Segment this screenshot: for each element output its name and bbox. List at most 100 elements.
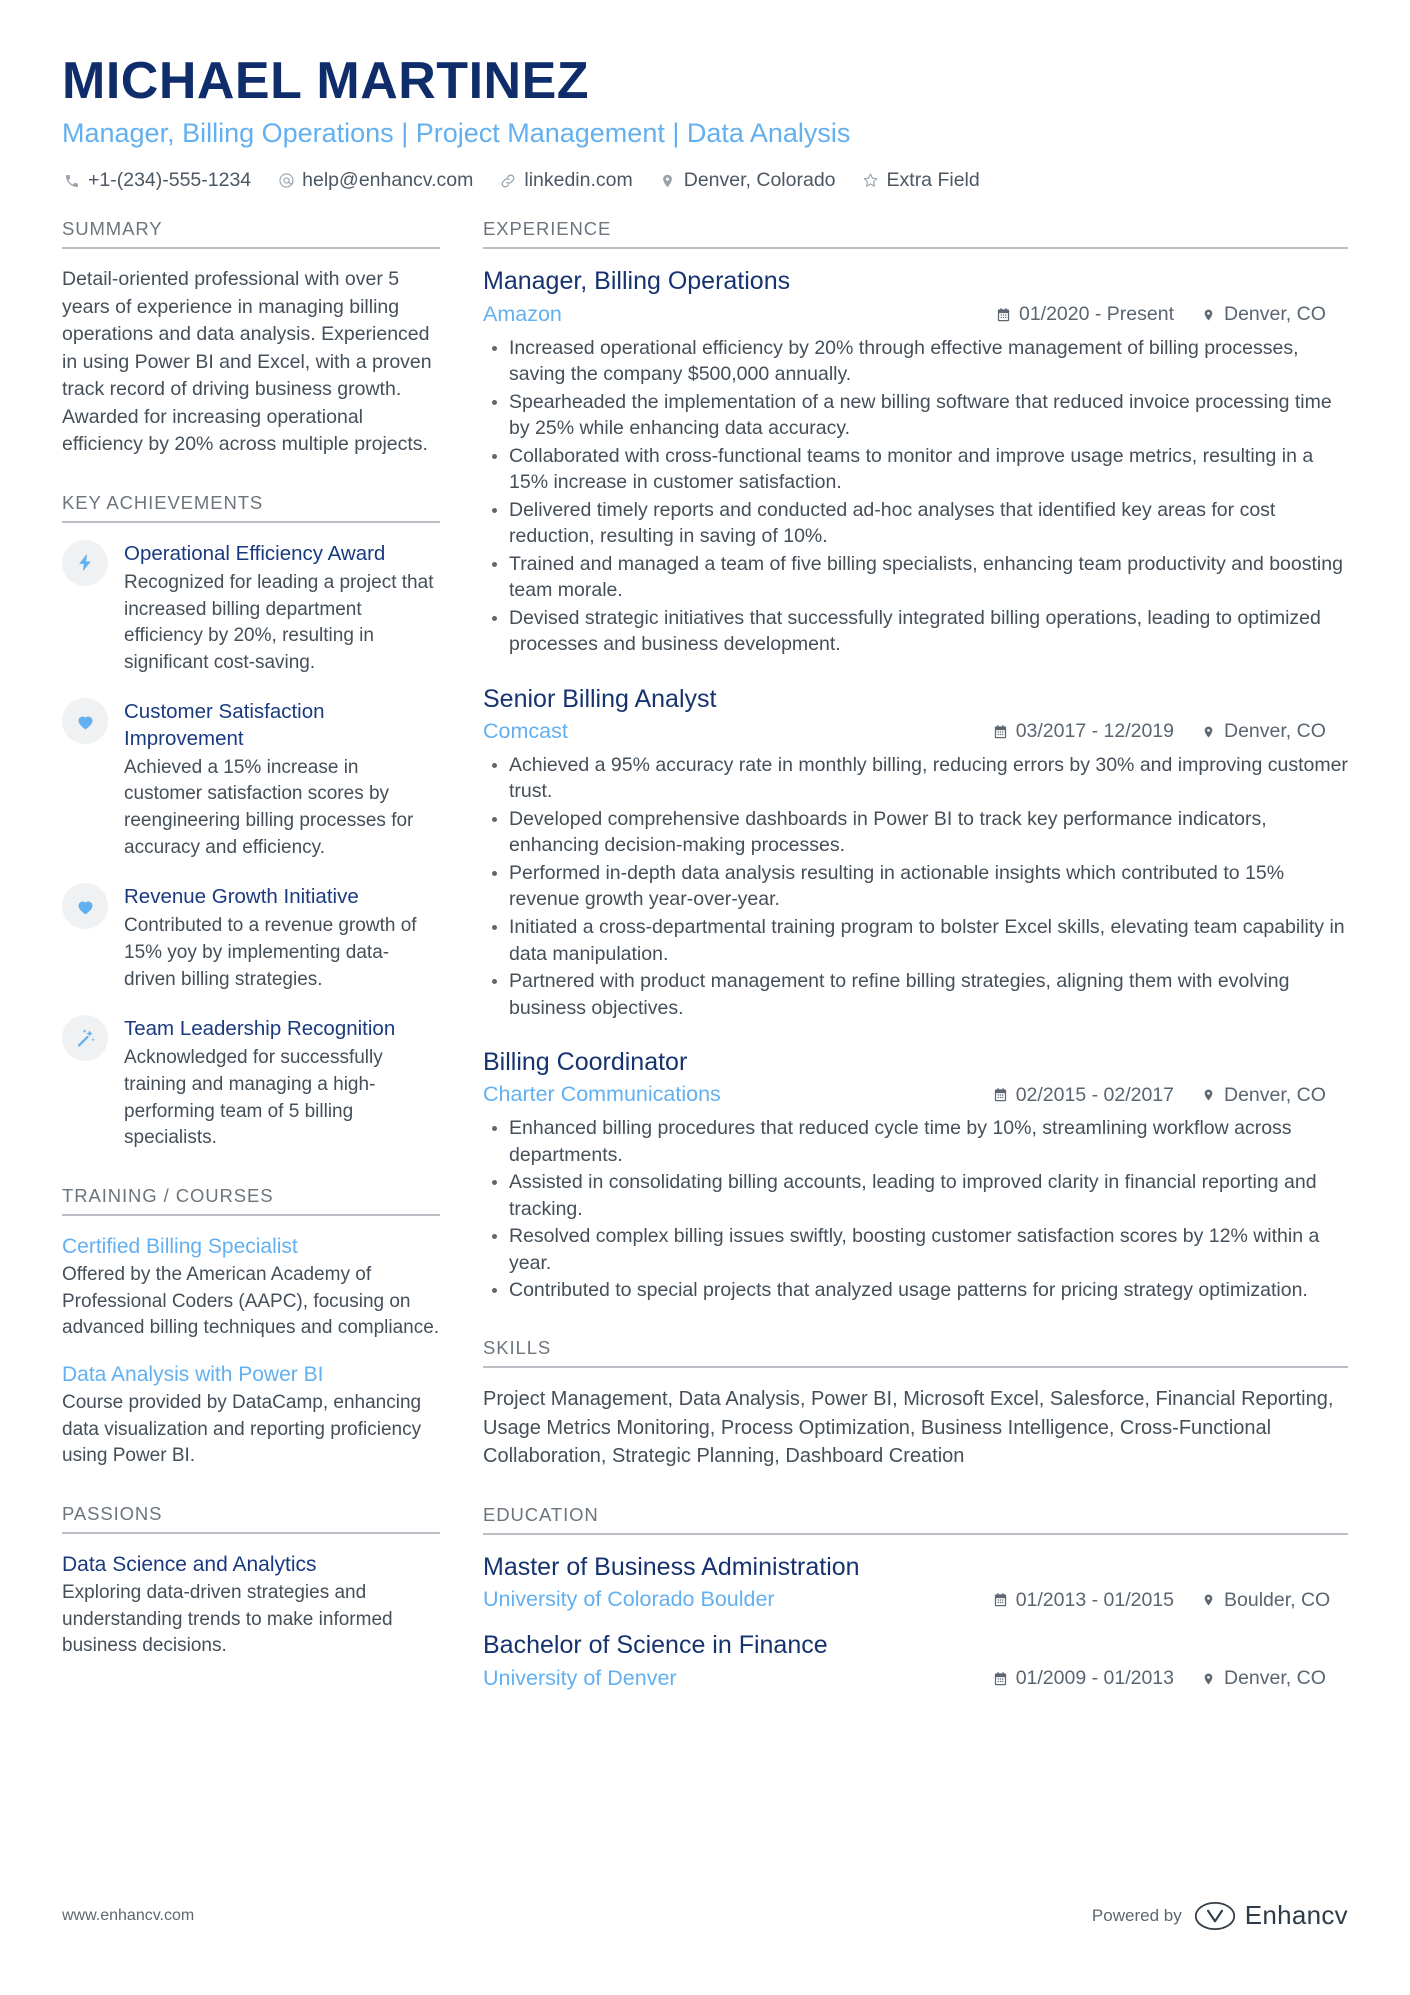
section-summary: SUMMARY Detail-oriented professional wit… xyxy=(62,218,440,458)
section-skills: SKILLS Project Management, Data Analysis… xyxy=(483,1337,1348,1471)
achievement-item: Revenue Growth Initiative Contributed to… xyxy=(62,883,440,993)
job-bullet: Enhanced billing procedures that reduced… xyxy=(483,1115,1348,1168)
section-title-key-achievements: KEY ACHIEVEMENTS xyxy=(62,492,440,523)
education-meta: University of Denver 01/2009 - 01/2013 D… xyxy=(483,1665,1348,1693)
section-title-education: EDUCATION xyxy=(483,1504,1348,1536)
section-title-skills: SKILLS xyxy=(483,1337,1348,1368)
job-company: Comcast xyxy=(483,718,568,743)
contact-extra-field-text: Extra Field xyxy=(886,169,980,192)
job-date: 01/2020 - Present xyxy=(995,303,1174,326)
job-location: Denver, CO xyxy=(1200,720,1348,743)
education-entry: Bachelor of Science in Finance Universit… xyxy=(483,1630,1348,1692)
achievement-item: Team Leadership Recognition Acknowledged… xyxy=(62,1015,440,1152)
main-column: EXPERIENCE Manager, Billing Operations A… xyxy=(466,218,1348,1696)
job-date-text: 02/2015 - 02/2017 xyxy=(1015,1083,1174,1106)
course-desc: Offered by the American Academy of Profe… xyxy=(62,1264,440,1339)
footer-website-url[interactable]: www.enhancv.com xyxy=(62,1907,194,1925)
location-pin-icon xyxy=(1200,1591,1217,1610)
job-bullet: Trained and managed a team of five billi… xyxy=(483,551,1348,604)
calendar-icon xyxy=(992,1669,1009,1688)
job-bullet: Collaborated with cross-functional teams… xyxy=(483,443,1348,496)
star-icon xyxy=(861,171,881,191)
job-bullet: Performed in-depth data analysis resulti… xyxy=(483,860,1348,913)
calendar-icon xyxy=(992,1591,1009,1610)
education-date: 01/2013 - 01/2015 xyxy=(992,1589,1174,1612)
job-bullet: Achieved a 95% accuracy rate in monthly … xyxy=(483,752,1348,805)
education-entry: Master of Business Administration Univer… xyxy=(483,1552,1348,1614)
contact-bar: +1-(234)-555-1234 help@enhancv.com linke… xyxy=(62,169,1348,192)
job-date: 03/2017 - 12/2019 xyxy=(992,720,1174,743)
resume-page: MICHAEL MARTINEZ Manager, Billing Operat… xyxy=(0,0,1410,1995)
job-date: 02/2015 - 02/2017 xyxy=(992,1084,1174,1107)
job-location-text: Denver, CO xyxy=(1224,720,1326,743)
education-school: University of Denver xyxy=(483,1665,677,1690)
course-desc: Course provided by DataCamp, enhancing d… xyxy=(62,1392,422,1467)
section-education: EDUCATION Master of Business Administrat… xyxy=(483,1504,1348,1692)
heart-icon xyxy=(62,698,108,745)
passion-title: Data Science and Analytics xyxy=(62,1552,317,1576)
contact-link[interactable]: linkedin.com xyxy=(498,169,633,192)
resume-header: MICHAEL MARTINEZ Manager, Billing Operat… xyxy=(62,52,1348,192)
job-location-text: Denver, CO xyxy=(1224,1083,1326,1106)
achievement-title: Team Leadership Recognition xyxy=(124,1017,396,1041)
job-bullet: Contributed to special projects that ana… xyxy=(483,1277,1348,1304)
passion-desc: Exploring data-driven strategies and und… xyxy=(62,1582,393,1657)
achievement-title: Customer Satisfaction Improvement xyxy=(124,700,325,750)
heart-icon xyxy=(62,883,108,930)
experience-entry: Manager, Billing Operations Amazon 01/20… xyxy=(483,266,1348,657)
skills-text: Project Management, Data Analysis, Power… xyxy=(483,1387,1334,1468)
location-pin-icon xyxy=(1200,1669,1217,1688)
enhancv-logo: Enhancv xyxy=(1194,1900,1348,1931)
achievement-desc: Acknowledged for successfully training a… xyxy=(124,1047,383,1149)
contact-phone[interactable]: +1-(234)-555-1234 xyxy=(62,169,251,192)
contact-link-text: linkedin.com xyxy=(524,169,633,192)
job-bullets: Achieved a 95% accuracy rate in monthly … xyxy=(483,752,1348,1021)
location-pin-icon xyxy=(1200,305,1217,324)
job-bullets: Increased operational efficiency by 20% … xyxy=(483,335,1348,658)
achievement-item: Customer Satisfaction Improvement Achiev… xyxy=(62,698,440,861)
section-experience: EXPERIENCE Manager, Billing Operations A… xyxy=(483,218,1348,1304)
job-company: Charter Communications xyxy=(483,1082,721,1107)
location-pin-icon xyxy=(658,171,678,191)
education-date: 01/2009 - 01/2013 xyxy=(992,1667,1174,1690)
achievement-desc: Contributed to a revenue growth of 15% y… xyxy=(124,915,417,990)
job-bullet: Spearheaded the implementation of a new … xyxy=(483,389,1348,442)
resume-body: SUMMARY Detail-oriented professional wit… xyxy=(62,218,1348,1696)
job-bullets: Enhanced billing procedures that reduced… xyxy=(483,1115,1348,1304)
education-location-text: Denver, CO xyxy=(1224,1667,1326,1690)
contact-location: Denver, Colorado xyxy=(658,169,836,192)
education-date-text: 01/2013 - 01/2015 xyxy=(1015,1588,1174,1611)
section-title-summary: SUMMARY xyxy=(62,218,440,250)
section-title-experience: EXPERIENCE xyxy=(483,218,1348,250)
calendar-icon xyxy=(992,722,1009,741)
location-pin-icon xyxy=(1200,1086,1217,1105)
sidebar-column: SUMMARY Detail-oriented professional wit… xyxy=(62,218,466,1664)
job-bullet: Assisted in consolidating billing accoun… xyxy=(483,1169,1348,1222)
job-meta: Comcast 03/2017 - 12/2019 Denver, CO xyxy=(483,718,1348,746)
achievement-title: Revenue Growth Initiative xyxy=(124,885,359,909)
job-meta: Charter Communications 02/2015 - 02/2017 xyxy=(483,1081,1348,1109)
lightning-bolt-icon xyxy=(62,539,108,586)
job-bullet: Devised strategic initiatives that succe… xyxy=(483,605,1348,658)
enhancv-mark-icon xyxy=(1194,1901,1236,1931)
contact-email[interactable]: help@enhancv.com xyxy=(276,169,473,192)
education-school: University of Colorado Boulder xyxy=(483,1587,775,1612)
education-date-text: 01/2009 - 01/2013 xyxy=(1015,1667,1174,1690)
achievement-desc: Recognized for leading a project that in… xyxy=(124,571,434,673)
footer-branding: Powered by Enhancv xyxy=(1092,1900,1348,1931)
course-title: Certified Billing Specialist xyxy=(62,1234,298,1258)
enhancv-wordmark: Enhancv xyxy=(1244,1900,1348,1930)
job-meta: Amazon 01/2020 - Present Denver, CO xyxy=(483,301,1348,329)
link-icon xyxy=(498,171,518,191)
contact-email-text: help@enhancv.com xyxy=(302,169,474,192)
experience-entry: Billing Coordinator Charter Communicatio… xyxy=(483,1047,1348,1304)
job-bullet: Delivered timely reports and conducted a… xyxy=(483,497,1348,550)
job-title: Manager, Billing Operations xyxy=(483,267,791,296)
course-title: Data Analysis with Power BI xyxy=(62,1362,324,1386)
job-title: Billing Coordinator xyxy=(483,1048,688,1077)
job-location: Denver, CO xyxy=(1200,303,1348,326)
job-location: Denver, CO xyxy=(1200,1084,1348,1107)
achievement-title: Operational Efficiency Award xyxy=(124,541,386,565)
job-location-text: Denver, CO xyxy=(1224,303,1326,326)
job-bullet: Initiated a cross-departmental training … xyxy=(483,914,1348,967)
